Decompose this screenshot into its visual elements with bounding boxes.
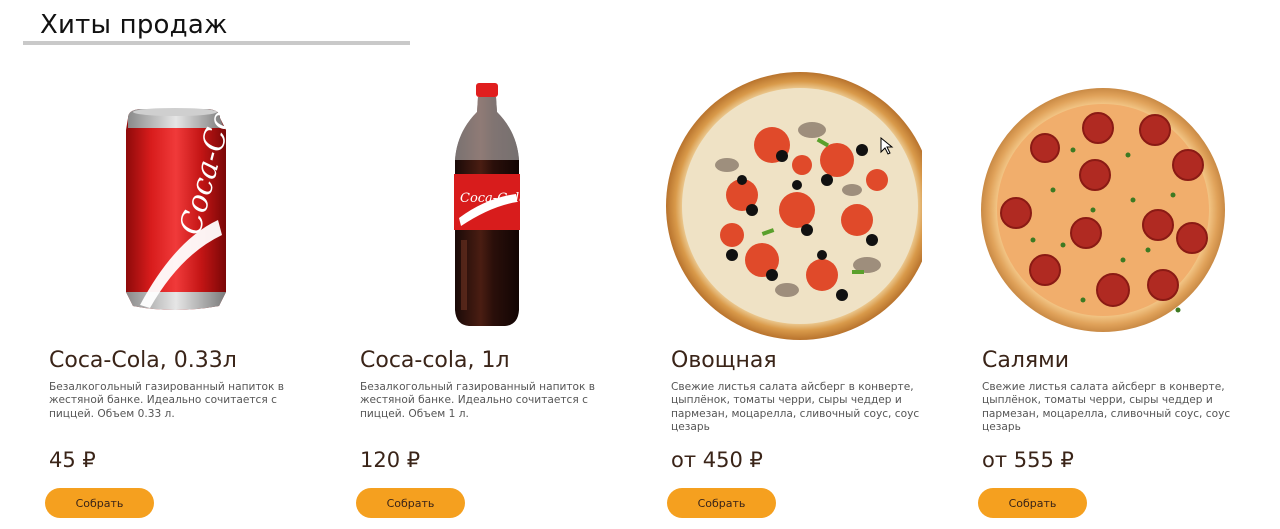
product-description: Свежие листья салата айсберг в конверте,… [982,381,1231,434]
product-price: от 555 ₽ [982,448,1074,472]
product-name: Coca-cola, 1л [360,348,510,373]
product-price: 120 ₽ [360,448,421,472]
product-description: Свежие листья салата айсберг в конверте,… [671,381,920,434]
product-description: Безалкогольный газированный напиток в же… [360,381,596,420]
product-name: Салями [982,348,1070,373]
product-card: Coca-Cola Coca-Cola, 0.33л Безалкогольны… [0,70,300,529]
coca-cola-bottle-image[interactable]: Coca-Cola [311,70,611,342]
mouse-pointer-icon [880,137,894,155]
assemble-button[interactable]: Собрать [356,488,465,518]
coca-cola-can-image[interactable]: Coca-Cola [0,70,300,342]
product-card: Coca-Cola Coca-cola, 1л Безалкогольный г… [311,70,611,529]
assemble-button[interactable]: Собрать [667,488,776,518]
vegetable-pizza-image[interactable] [622,70,934,342]
product-name: Овощная [671,348,777,373]
product-price: 45 ₽ [49,448,96,472]
assemble-button[interactable]: Собрать [978,488,1087,518]
product-name: Coca-Cola, 0.33л [49,348,237,373]
product-grid: Coca-Cola Coca-Cola, 0.33л Безалкогольны… [0,0,1280,529]
salami-pizza-image[interactable] [933,70,1233,342]
assemble-button[interactable]: Собрать [45,488,154,518]
product-card: Овощная Свежие листья салата айсберг в к… [622,70,934,529]
product-price: от 450 ₽ [671,448,763,472]
product-card: Салями Свежие листья салата айсберг в ко… [933,70,1233,529]
product-description: Безалкогольный газированный напиток в же… [49,381,285,420]
svg-text:Coca-Cola: Coca-Cola [460,191,527,206]
